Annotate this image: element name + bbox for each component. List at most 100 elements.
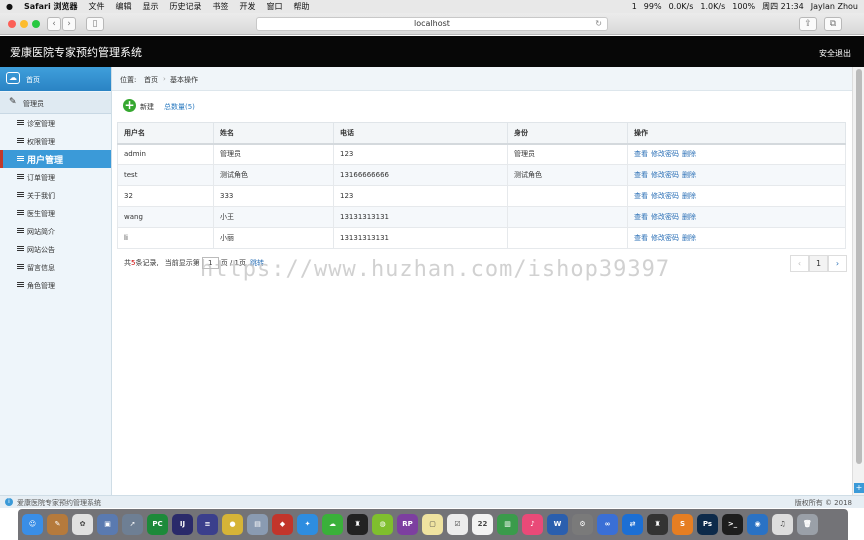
dock-trash-icon[interactable]: 🗑: [797, 514, 818, 535]
change-password-link[interactable]: 修改密码: [651, 234, 679, 242]
add-icon[interactable]: +: [123, 99, 136, 112]
list-icon: [17, 264, 24, 269]
dock-disk-icon[interactable]: ▤: [247, 514, 268, 535]
sidebar-item-about[interactable]: 关于我们: [0, 186, 111, 204]
breadcrumb-home-link[interactable]: 首页: [144, 75, 158, 85]
menu-file[interactable]: 文件: [89, 1, 105, 12]
dock-chrome-canary-icon[interactable]: ◉: [747, 514, 768, 535]
sidebar-group-admin[interactable]: ✎ 管理员: [0, 92, 111, 114]
dock-stickies-icon[interactable]: ▢: [422, 514, 443, 535]
menu-history[interactable]: 历史记录: [170, 1, 202, 12]
delete-link[interactable]: 删除: [682, 234, 696, 242]
dock-terminal-icon[interactable]: >_: [722, 514, 743, 535]
sidebar-item-permissions[interactable]: 权限管理: [0, 132, 111, 150]
scrollbar[interactable]: +: [852, 67, 864, 495]
dock-sublime-icon[interactable]: S: [672, 514, 693, 535]
dock-calendar-icon[interactable]: 22: [472, 514, 493, 535]
next-page-button[interactable]: ›: [828, 255, 847, 272]
minimize-window-icon[interactable]: [20, 20, 28, 28]
zoom-window-icon[interactable]: [32, 20, 40, 28]
menu-edit[interactable]: 编辑: [116, 1, 132, 12]
change-password-link[interactable]: 修改密码: [651, 171, 679, 179]
dock-finder-icon[interactable]: ☺: [22, 514, 43, 535]
sidebar-item-roles[interactable]: 角色管理: [0, 276, 111, 294]
dock-notes-icon[interactable]: ✎: [47, 514, 68, 535]
new-button[interactable]: 新建: [140, 102, 154, 112]
dock-intellij-icon[interactable]: IJ: [172, 514, 193, 535]
view-link[interactable]: 查看: [634, 192, 648, 200]
dock-wechat-icon[interactable]: ☁: [322, 514, 343, 535]
sidebar-item-doctors[interactable]: 医生管理: [0, 204, 111, 222]
change-password-link[interactable]: 修改密码: [651, 213, 679, 221]
apple-icon[interactable]: ●: [6, 2, 13, 11]
dock-photos-icon[interactable]: ✿: [72, 514, 93, 535]
sidebar-item-users[interactable]: 用户管理: [0, 150, 111, 168]
tabs-button[interactable]: ⧉: [824, 17, 842, 31]
menu-develop[interactable]: 开发: [240, 1, 256, 12]
sidebar-item-announcements[interactable]: 网站公告: [0, 240, 111, 258]
table-row: admin 管理员 123 管理员 查看 修改密码 删除: [117, 143, 846, 165]
dock-axure-icon[interactable]: RP: [397, 514, 418, 535]
forward-button[interactable]: ›: [62, 17, 76, 31]
dock-music-icon[interactable]: ♪: [522, 514, 543, 535]
dock-itunes-icon[interactable]: ♫: [772, 514, 793, 535]
reload-icon[interactable]: ↻: [595, 18, 602, 30]
user-name[interactable]: Jaylan Zhou: [811, 2, 858, 11]
dock-pycharm-icon[interactable]: PC: [147, 514, 168, 535]
menu-help[interactable]: 帮助: [294, 1, 310, 12]
change-password-link[interactable]: 修改密码: [651, 150, 679, 158]
users-table: 用户名 姓名 电话 身份 操作 admin 管理员 123 管理员 查看 修改密码 删除 te…: [117, 122, 846, 249]
dock-teamviewer-icon[interactable]: ⇄: [622, 514, 643, 535]
delete-link[interactable]: 删除: [682, 213, 696, 221]
dock-navicat-icon[interactable]: ●: [222, 514, 243, 535]
change-password-link[interactable]: 修改密码: [651, 192, 679, 200]
dock-baidu-netdisk-icon[interactable]: ∞: [597, 514, 618, 535]
sidebar-home[interactable]: ☁ 首页: [0, 67, 111, 91]
clock-text[interactable]: 周四 21:34: [762, 1, 804, 12]
dock-word-icon[interactable]: W: [547, 514, 568, 535]
view-link[interactable]: 查看: [634, 234, 648, 242]
address-bar[interactable]: localhost ↻: [256, 17, 608, 31]
dock-weather-icon[interactable]: ◍: [372, 514, 393, 535]
dock-photoshop-icon[interactable]: Ps: [697, 514, 718, 535]
menu-window[interactable]: 窗口: [267, 1, 283, 12]
dock-safari-icon[interactable]: ✦: [297, 514, 318, 535]
table-row: wang 小王 13131313131 查看 修改密码 删除: [117, 206, 846, 228]
dock-reminders-icon[interactable]: ☑: [447, 514, 468, 535]
menu-view[interactable]: 显示: [143, 1, 159, 12]
menu-app-name[interactable]: Safari 浏览器: [24, 1, 78, 12]
dock-prefs-icon[interactable]: ⚙: [572, 514, 593, 535]
sidebar-item-site-intro[interactable]: 网站简介: [0, 222, 111, 240]
record-count-suffix: 条记录,: [135, 259, 159, 267]
sidebar-toggle-button[interactable]: ▯: [86, 17, 104, 31]
share-button[interactable]: ⇪: [799, 17, 817, 31]
logout-link[interactable]: 安全退出: [819, 48, 851, 59]
delete-link[interactable]: 删除: [682, 171, 696, 179]
qq-notify-count[interactable]: 1: [632, 2, 637, 11]
dock-qq-icon[interactable]: ♜: [347, 514, 368, 535]
scrollbar-thumb[interactable]: [856, 69, 862, 464]
dock-numbers-icon[interactable]: ▥: [497, 514, 518, 535]
dock-launchpad-icon[interactable]: ➚: [122, 514, 143, 535]
dock-qq2-icon[interactable]: ♜: [647, 514, 668, 535]
view-link[interactable]: 查看: [634, 213, 648, 221]
dock-redis-icon[interactable]: ◆: [272, 514, 293, 535]
view-link[interactable]: 查看: [634, 171, 648, 179]
menu-bookmarks[interactable]: 书签: [213, 1, 229, 12]
view-link[interactable]: 查看: [634, 150, 648, 158]
sidebar-item-label: 关于我们: [27, 192, 55, 200]
table-row: li 小丽 13131313131 查看 修改密码 删除: [117, 227, 846, 249]
col-phone: 电话: [333, 122, 508, 145]
sidebar-item-clinic[interactable]: 诊室管理: [0, 114, 111, 132]
delete-link[interactable]: 删除: [682, 192, 696, 200]
plus-icon[interactable]: +: [854, 483, 864, 493]
dock-preview-icon[interactable]: ▣: [97, 514, 118, 535]
dock-eclipse-icon[interactable]: ≡: [197, 514, 218, 535]
sidebar-item-messages[interactable]: 留言信息: [0, 258, 111, 276]
close-window-icon[interactable]: [8, 20, 16, 28]
sidebar-item-orders[interactable]: 订单管理: [0, 168, 111, 186]
back-button[interactable]: ‹: [47, 17, 61, 31]
page-1-button[interactable]: 1: [809, 255, 828, 272]
prev-page-button[interactable]: ‹: [790, 255, 809, 272]
delete-link[interactable]: 删除: [682, 150, 696, 158]
